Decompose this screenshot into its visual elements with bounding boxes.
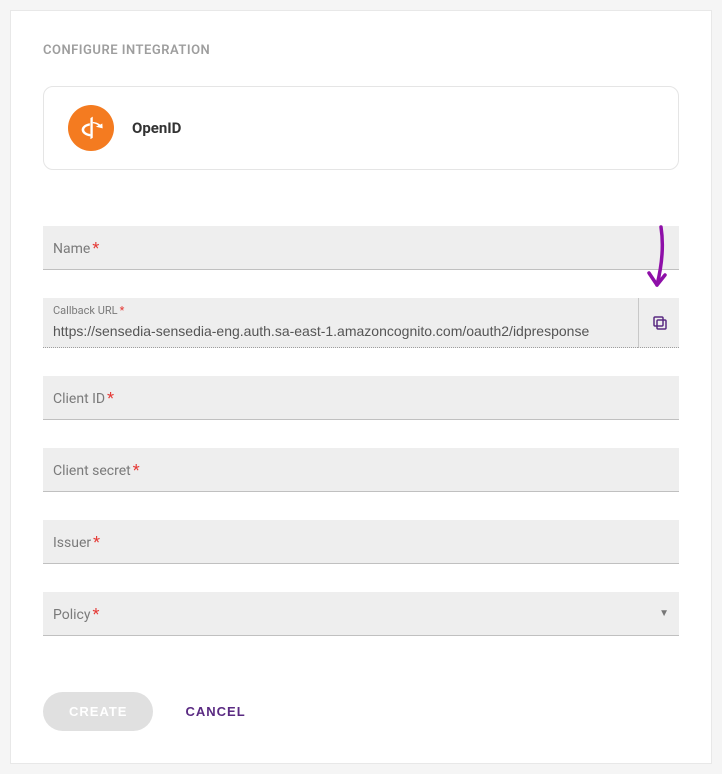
- callback-label: Callback URL*: [53, 304, 628, 317]
- policy-label: Policy: [53, 607, 91, 623]
- client-secret-field-group: Client secret*: [43, 448, 679, 492]
- openid-icon: [68, 105, 114, 151]
- issuer-field-group: Issuer*: [43, 520, 679, 564]
- create-button[interactable]: CREATE: [43, 692, 153, 731]
- client-id-label: Client ID: [53, 391, 105, 407]
- client-secret-label: Client secret: [53, 463, 131, 479]
- name-input[interactable]: Name*: [43, 226, 679, 270]
- configure-integration-panel: CONFIGURE INTEGRATION OpenID Name* Callb…: [10, 10, 712, 764]
- client-id-input[interactable]: Client ID*: [43, 376, 679, 420]
- chevron-down-icon: ▼: [659, 608, 669, 619]
- issuer-input[interactable]: Issuer*: [43, 520, 679, 564]
- section-title: CONFIGURE INTEGRATION: [43, 43, 679, 58]
- callback-url-input[interactable]: [53, 321, 628, 341]
- client-secret-input[interactable]: Client secret*: [43, 448, 679, 492]
- issuer-label: Issuer: [53, 535, 91, 551]
- copy-icon: [651, 314, 669, 332]
- copy-callback-button[interactable]: [638, 298, 679, 348]
- callback-field-group: Callback URL*: [43, 298, 679, 348]
- provider-card: OpenID: [43, 86, 679, 170]
- provider-name: OpenID: [132, 119, 181, 137]
- form-actions: CREATE CANCEL: [43, 692, 679, 731]
- callback-url-input-wrap: Callback URL*: [43, 298, 638, 348]
- client-id-field-group: Client ID*: [43, 376, 679, 420]
- policy-select[interactable]: Policy* ▼: [43, 592, 679, 636]
- cancel-button[interactable]: CANCEL: [185, 704, 245, 719]
- name-label: Name: [53, 241, 90, 257]
- name-field-group: Name*: [43, 226, 679, 270]
